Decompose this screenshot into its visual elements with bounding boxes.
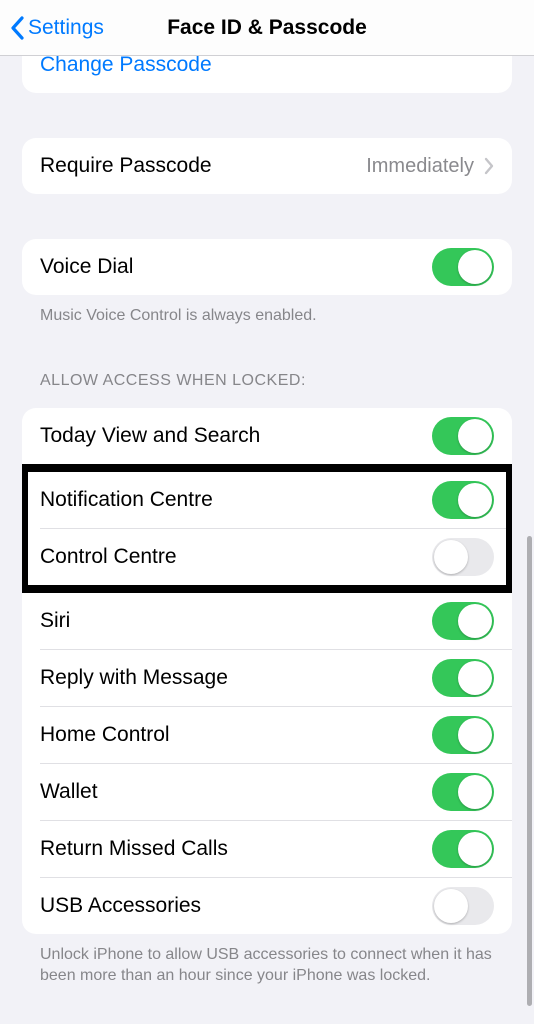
chevron-right-icon [484, 157, 494, 175]
require-passcode-label: Require Passcode [40, 154, 212, 178]
control-centre-toggle[interactable] [432, 538, 494, 576]
notification-centre-toggle[interactable] [432, 481, 494, 519]
require-passcode-row[interactable]: Require Passcode Immediately [22, 138, 512, 194]
voice-dial-group: Voice Dial [22, 239, 512, 295]
voice-dial-footer: Music Voice Control is always enabled. [22, 295, 512, 327]
allow-header: ALLOW ACCESS WHEN LOCKED: [22, 372, 512, 398]
today-view-label: Today View and Search [40, 424, 260, 448]
chevron-left-icon [10, 16, 26, 40]
back-label: Settings [28, 16, 104, 40]
scrollbar[interactable] [527, 536, 532, 1006]
reply-message-label: Reply with Message [40, 666, 228, 690]
voice-dial-toggle[interactable] [432, 248, 494, 286]
back-button[interactable]: Settings [10, 16, 104, 40]
siri-row: Siri [22, 593, 512, 649]
change-passcode-label: Change Passcode [40, 53, 212, 77]
missed-calls-row: Return Missed Calls [22, 821, 512, 877]
require-passcode-value: Immediately [366, 155, 474, 178]
voice-dial-row: Voice Dial [22, 239, 512, 295]
voice-dial-label: Voice Dial [40, 255, 133, 279]
usb-accessories-row: USB Accessories [22, 878, 512, 934]
usb-accessories-toggle[interactable] [432, 887, 494, 925]
allow-access-group: Today View and Search Notification Centr… [22, 408, 512, 934]
today-view-row: Today View and Search [22, 408, 512, 464]
nav-bar: Settings Face ID & Passcode [0, 0, 534, 56]
wallet-toggle[interactable] [432, 773, 494, 811]
wallet-row: Wallet [22, 764, 512, 820]
notification-centre-label: Notification Centre [40, 488, 213, 512]
missed-calls-toggle[interactable] [432, 830, 494, 868]
usb-accessories-label: USB Accessories [40, 894, 201, 918]
siri-toggle[interactable] [432, 602, 494, 640]
require-group: Require Passcode Immediately [22, 138, 512, 194]
wallet-label: Wallet [40, 780, 98, 804]
reply-message-row: Reply with Message [22, 650, 512, 706]
missed-calls-label: Return Missed Calls [40, 837, 228, 861]
notification-centre-row: Notification Centre [28, 472, 506, 528]
siri-label: Siri [40, 609, 70, 633]
today-view-toggle[interactable] [432, 417, 494, 455]
control-centre-label: Control Centre [40, 545, 177, 569]
highlight-box: Notification Centre Control Centre [22, 464, 512, 593]
home-control-row: Home Control [22, 707, 512, 763]
control-centre-row: Control Centre [28, 529, 506, 585]
reply-message-toggle[interactable] [432, 659, 494, 697]
usb-footer: Unlock iPhone to allow USB accessories t… [22, 934, 512, 987]
home-control-label: Home Control [40, 723, 170, 747]
home-control-toggle[interactable] [432, 716, 494, 754]
